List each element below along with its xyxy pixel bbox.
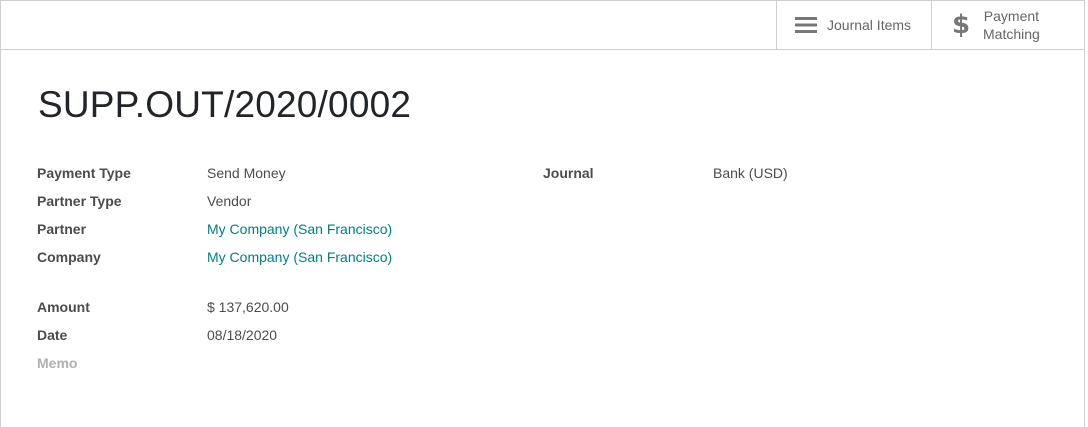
payment-matching-label: Payment Matching (983, 7, 1040, 43)
company-link[interactable]: My Company (San Francisco) (207, 249, 392, 265)
journal-items-label: Journal Items (827, 17, 912, 33)
payment-type-value: Send Money (207, 165, 286, 181)
amount-label: Amount (37, 299, 90, 315)
partner-label: Partner (37, 221, 87, 237)
journal-value: Bank (USD) (713, 165, 788, 181)
journal-items-button[interactable]: Journal Items (776, 1, 932, 49)
payment-type-label: Payment Type (37, 165, 131, 181)
partner-link[interactable]: My Company (San Francisco) (207, 221, 392, 237)
dollar-icon: $ (951, 10, 971, 40)
form-sheet: Journal Items $ Payment Matching SUPP.OU… (0, 0, 1085, 427)
amount-value: $ 137,620.00 (207, 299, 289, 315)
company-label: Company (37, 249, 101, 265)
hamburger-list-icon (795, 16, 817, 34)
journal-label: Journal (543, 165, 594, 181)
date-value: 08/18/2020 (207, 327, 278, 343)
record-title: SUPP.OUT/2020/0002 (38, 84, 412, 125)
button-box: Journal Items $ Payment Matching (1, 1, 1084, 50)
payment-matching-label-line1: Payment (983, 8, 1040, 24)
partner-type-label: Partner Type (37, 193, 122, 209)
partner-type-value: Vendor (207, 193, 252, 209)
payment-matching-button[interactable]: $ Payment Matching (931, 1, 1086, 49)
payment-matching-label-line2: Matching (983, 26, 1040, 42)
date-label: Date (37, 327, 68, 343)
memo-label: Memo (37, 355, 78, 371)
